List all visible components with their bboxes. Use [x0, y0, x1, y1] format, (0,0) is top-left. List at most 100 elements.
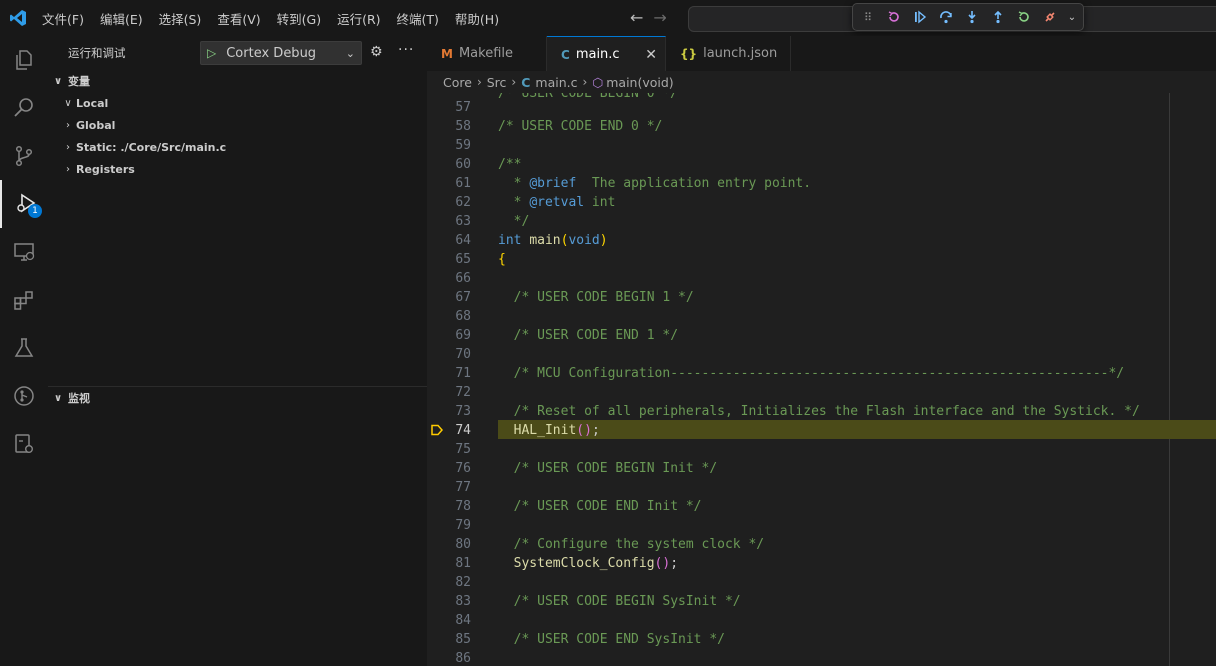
code-line: /* USER CODE BEGIN 1 */ [513, 290, 694, 305]
tab-main-c[interactable]: C main.c ✕ [547, 36, 666, 72]
code-line: */ [498, 214, 530, 229]
variable-scope-static[interactable]: › Static: ./Core/Src/main.c [60, 136, 226, 158]
menu-file[interactable]: 文件(F) [34, 9, 92, 28]
activity-bar: 1 [0, 36, 48, 666]
device-manager-icon[interactable] [0, 420, 48, 468]
reset-device-icon[interactable] [885, 8, 903, 26]
variables-section-header[interactable]: ∨ 变量 [48, 70, 427, 92]
line-number: 68 [455, 309, 471, 324]
line-number: 65 [455, 252, 471, 267]
menu-view[interactable]: 查看(V) [209, 9, 268, 28]
code-line: /* Configure the system clock */ [513, 537, 765, 552]
more-actions-icon[interactable]: ··· [398, 42, 414, 58]
code-line: /* USER CODE BEGIN Init */ [513, 461, 718, 476]
json-icon: {} [680, 46, 698, 61]
line-number: 69 [455, 328, 471, 343]
code-line: { [498, 252, 506, 267]
code-line: /* USER CODE END 1 */ [513, 328, 679, 343]
menu-go[interactable]: 转到(G) [269, 9, 329, 28]
line-number: 59 [455, 138, 471, 153]
code-line: SystemClock_Config(); [513, 556, 679, 571]
line-number: 76 [455, 461, 471, 476]
variable-scope-global[interactable]: › Global [60, 114, 115, 136]
code-line: * @retval int [498, 195, 616, 210]
c-file-icon: C [561, 47, 570, 62]
explorer-icon[interactable] [0, 36, 48, 84]
tab-label: launch.json [703, 46, 778, 61]
breadcrumb-file[interactable]: main.c [535, 75, 577, 90]
tab-launch-json[interactable]: {} launch.json [666, 36, 791, 71]
line-number: 57 [455, 100, 471, 115]
code-line: /* USER CODE END Init */ [513, 499, 702, 514]
drag-handle-icon[interactable]: ⠿ [859, 8, 877, 26]
menu-terminal[interactable]: 终端(T) [389, 9, 447, 28]
extensions-icon[interactable] [0, 276, 48, 324]
start-debugging-icon[interactable]: ▷ [207, 46, 216, 60]
line-number: 64 [455, 233, 471, 248]
forward-arrow-icon[interactable]: → [653, 8, 666, 27]
menu-run[interactable]: 运行(R) [329, 9, 388, 28]
debug-config-select[interactable]: ▷ Cortex Debug ⌄ [200, 41, 362, 65]
line-number: 85 [455, 632, 471, 647]
code-editor[interactable]: 57 58 59 60 61 62 63 64 65 66 67 68 69 7… [427, 93, 1216, 666]
restart-icon[interactable] [1015, 8, 1033, 26]
breadcrumb-folder[interactable]: Core [443, 75, 472, 90]
chevron-down-icon: ∨ [64, 97, 72, 109]
run-and-debug-icon[interactable]: 1 [0, 180, 50, 228]
menu-edit[interactable]: 编辑(E) [92, 9, 151, 28]
back-arrow-icon[interactable]: ← [630, 8, 643, 27]
chevron-down-icon[interactable]: ⌄ [1067, 8, 1077, 26]
symbol-method-icon: ⬡ [592, 74, 604, 90]
code-line: * @brief The application entry point. [498, 176, 812, 191]
testing-icon[interactable] [0, 324, 48, 372]
title-bar: 文件(F) 编辑(E) 选择(S) 查看(V) 转到(G) 运行(R) 终端(T… [0, 0, 1216, 36]
line-number: 78 [455, 499, 471, 514]
search-icon[interactable] [0, 84, 48, 132]
line-number: 71 [455, 366, 471, 381]
line-number: 77 [455, 480, 471, 495]
chevron-right-icon: › [66, 141, 70, 153]
menu-help[interactable]: 帮助(H) [447, 9, 507, 28]
chevron-right-icon: › [66, 119, 70, 131]
scope-label: Static: ./Core/Src/main.c [76, 140, 227, 154]
debug-config-label: Cortex Debug [226, 45, 317, 61]
watch-section-header[interactable]: ∨ 监视 [48, 387, 427, 409]
chevron-down-icon: ∨ [53, 75, 63, 87]
tab-makefile[interactable]: M Makefile [427, 36, 547, 71]
remote-explorer-icon[interactable] [0, 228, 48, 276]
chevron-right-icon: › [66, 163, 70, 175]
continue-icon[interactable] [911, 8, 929, 26]
scope-label: Registers [76, 162, 135, 176]
disconnect-icon[interactable] [1041, 8, 1059, 26]
line-number: 81 [455, 556, 471, 571]
source-control-icon[interactable] [0, 132, 48, 180]
line-number: 62 [455, 195, 471, 210]
breadcrumb-symbol[interactable]: main(void) [606, 75, 673, 90]
chevron-right-icon: › [476, 75, 482, 89]
code-line: /* USER CODE END SysInit */ [513, 632, 725, 647]
navigation-arrows: ← → [630, 8, 667, 27]
current-line-highlight [498, 420, 1216, 439]
debug-badge: 1 [28, 204, 42, 218]
close-icon[interactable]: ✕ [645, 47, 657, 63]
gear-icon[interactable]: ⚙ [370, 44, 383, 60]
code-line: /* USER CODE BEGIN SysInit */ [513, 594, 741, 609]
column-ruler [1169, 93, 1170, 666]
code-line: /** [498, 157, 522, 172]
line-number: 63 [455, 214, 471, 229]
line-number: 58 [455, 119, 471, 134]
line-number: 75 [455, 442, 471, 457]
step-into-icon[interactable] [963, 8, 981, 26]
menu-selection[interactable]: 选择(S) [151, 9, 210, 28]
breadcrumb-folder[interactable]: Src [487, 75, 507, 90]
line-number: 70 [455, 347, 471, 362]
git-graph-icon[interactable] [0, 372, 48, 420]
variable-scope-local[interactable]: ∨ Local [60, 92, 108, 114]
variable-scope-registers[interactable]: › Registers [60, 158, 135, 180]
line-number: 83 [455, 594, 471, 609]
sidebar-title: 运行和调试 [68, 46, 126, 60]
step-over-icon[interactable] [937, 8, 955, 26]
line-number: 67 [455, 290, 471, 305]
step-out-icon[interactable] [989, 8, 1007, 26]
chevron-right-icon: › [511, 75, 517, 89]
